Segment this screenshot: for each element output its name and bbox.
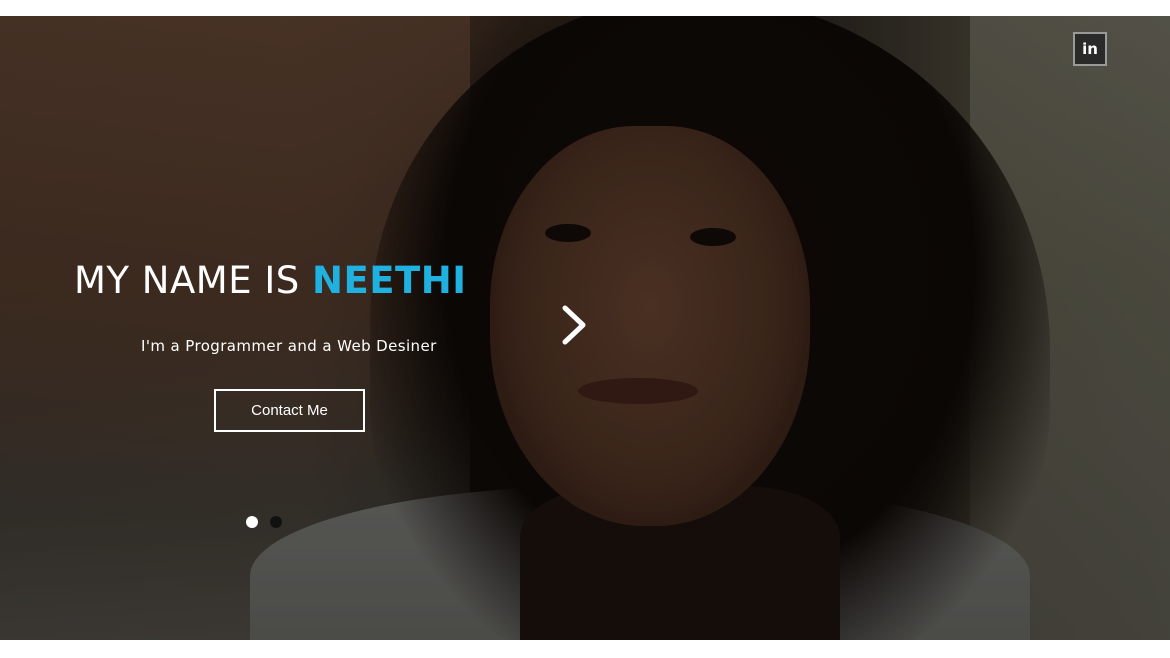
hero-tagline: I'm a Programmer and a Web Desiner [141, 337, 437, 355]
carousel-indicators [246, 516, 282, 528]
linkedin-button[interactable]: in [1073, 32, 1107, 66]
headline-prefix: MY NAME IS [74, 259, 312, 302]
page-bottom [0, 640, 1170, 658]
hero-headline: MY NAME IS NEETHI [74, 259, 467, 302]
linkedin-icon: in [1082, 39, 1098, 58]
carousel-dot-2[interactable] [270, 516, 282, 528]
hero-section: in MY NAME IS NEETHI I'm a Programmer an… [0, 16, 1170, 640]
headline-name: NEETHI [312, 259, 467, 302]
chevron-right-icon[interactable] [558, 305, 592, 345]
contact-me-button[interactable]: Contact Me [214, 389, 365, 432]
carousel-dot-1[interactable] [246, 516, 258, 528]
